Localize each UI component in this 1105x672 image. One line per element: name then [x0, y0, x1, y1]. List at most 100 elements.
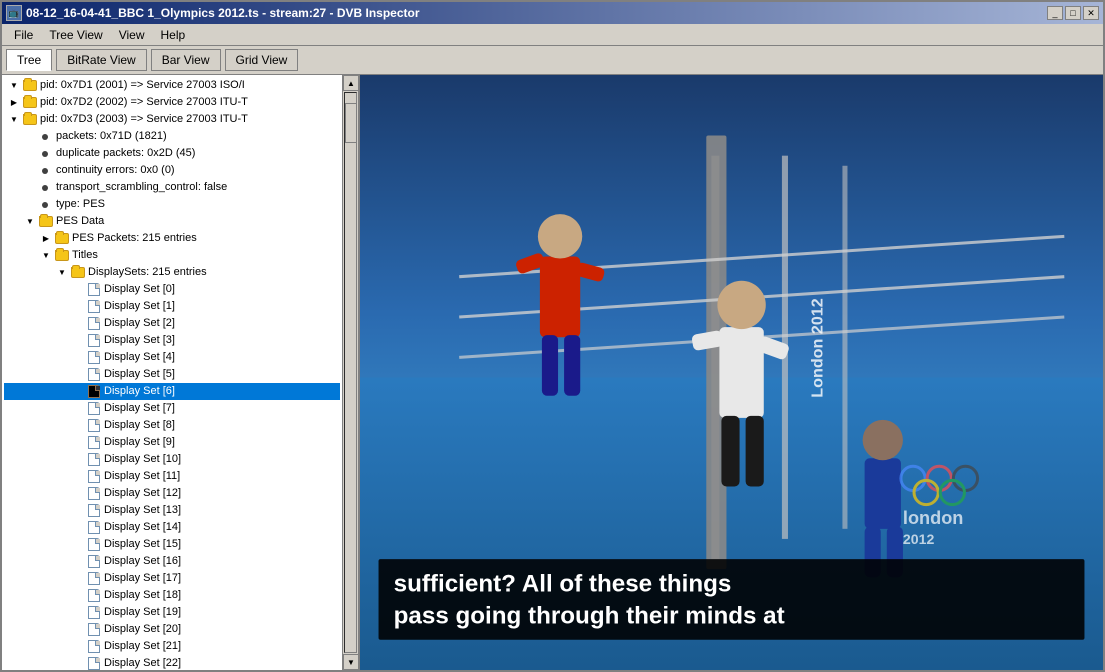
tree-item-ds13[interactable]: Display Set [13]	[4, 502, 340, 519]
tab-tree[interactable]: Tree	[6, 49, 52, 71]
label-ds22: Display Set [22]	[104, 656, 181, 670]
svg-text:london: london	[903, 508, 963, 528]
label-pid7d1: pid: 0x7D1 (2001) => Service 27003 ISO/I	[40, 78, 245, 93]
tree-item-ds2[interactable]: Display Set [2]	[4, 315, 340, 332]
window-title: 08-12_16-04-41_BBC 1_Olympics 2012.ts - …	[26, 6, 1043, 20]
tree-item-ds4[interactable]: Display Set [4]	[4, 349, 340, 366]
tree-content: ▼ pid: 0x7D1 (2001) => Service 27003 ISO/…	[2, 75, 342, 670]
icon-ds1	[86, 300, 102, 314]
tree-item-pid7d2[interactable]: ▶pid: 0x7D2 (2002) => Service 27003 ITU-…	[4, 94, 340, 111]
icon-titles	[54, 249, 70, 263]
tree-item-ds0[interactable]: Display Set [0]	[4, 281, 340, 298]
tree-item-ds10[interactable]: Display Set [10]	[4, 451, 340, 468]
tree-container: ▼ pid: 0x7D1 (2001) => Service 27003 ISO/…	[2, 75, 358, 670]
tree-item-ds15[interactable]: Display Set [15]	[4, 536, 340, 553]
tree-item-packets[interactable]: packets: 0x71D (1821)	[4, 128, 340, 145]
icon-ds15	[86, 538, 102, 552]
expander-titles[interactable]: ▼	[38, 248, 54, 263]
tree-item-pid7d3[interactable]: ▼pid: 0x7D3 (2003) => Service 27003 ITU-…	[4, 111, 340, 128]
icon-ds8	[86, 419, 102, 433]
tree-item-type[interactable]: type: PES	[4, 196, 340, 213]
tree-item-ds7[interactable]: Display Set [7]	[4, 400, 340, 417]
maximize-button[interactable]: □	[1065, 6, 1081, 20]
label-ds13: Display Set [13]	[104, 503, 181, 518]
label-ds5: Display Set [5]	[104, 367, 175, 382]
tree-item-ds5[interactable]: Display Set [5]	[4, 366, 340, 383]
icon-ds11	[86, 470, 102, 484]
menu-tree-view[interactable]: Tree View	[41, 26, 110, 44]
scroll-down-button[interactable]: ▼	[343, 654, 358, 670]
label-ds1: Display Set [1]	[104, 299, 175, 314]
window-controls: _ □ ✕	[1047, 6, 1099, 20]
menu-bar: File Tree View View Help	[2, 24, 1103, 46]
tree-item-displaysets[interactable]: ▼DisplaySets: 215 entries	[4, 264, 340, 281]
tree-item-titles[interactable]: ▼Titles	[4, 247, 340, 264]
icon-ds2	[86, 317, 102, 331]
label-packets: packets: 0x71D (1821)	[56, 129, 167, 144]
label-ds10: Display Set [10]	[104, 452, 181, 467]
v-scroll-thumb[interactable]	[345, 103, 357, 143]
tree-item-ds14[interactable]: Display Set [14]	[4, 519, 340, 536]
label-ds0: Display Set [0]	[104, 282, 175, 297]
close-button[interactable]: ✕	[1083, 6, 1099, 20]
title-bar: 📺 08-12_16-04-41_BBC 1_Olympics 2012.ts …	[2, 2, 1103, 24]
label-ds18: Display Set [18]	[104, 588, 181, 603]
subtitle-line2: pass going through their minds at	[394, 603, 785, 630]
icon-ds16	[86, 555, 102, 569]
tree-item-ds19[interactable]: Display Set [19]	[4, 604, 340, 621]
tab-bitrate-view[interactable]: BitRate View	[56, 49, 146, 71]
icon-ds13	[86, 504, 102, 518]
scroll-up-button[interactable]: ▲	[343, 75, 358, 91]
tree-item-ds21[interactable]: Display Set [21]	[4, 638, 340, 655]
expander-displaysets[interactable]: ▼	[54, 265, 70, 280]
tree-item-dup[interactable]: duplicate packets: 0x2D (45)	[4, 145, 340, 162]
tab-bar-view[interactable]: Bar View	[151, 49, 221, 71]
tree-item-pid7d1[interactable]: ▼ pid: 0x7D1 (2001) => Service 27003 ISO/…	[4, 77, 340, 94]
icon-ds5	[86, 368, 102, 382]
icon-ds17	[86, 572, 102, 586]
menu-view[interactable]: View	[111, 26, 153, 44]
icon-ds6	[86, 385, 102, 399]
minimize-button[interactable]: _	[1047, 6, 1063, 20]
label-type: type: PES	[56, 197, 105, 212]
tab-grid-view[interactable]: Grid View	[225, 49, 299, 71]
tree-item-ds9[interactable]: Display Set [9]	[4, 434, 340, 451]
main-window: 📺 08-12_16-04-41_BBC 1_Olympics 2012.ts …	[0, 0, 1105, 672]
tree-item-pespkts[interactable]: ▶PES Packets: 215 entries	[4, 230, 340, 247]
expander-pid7d3[interactable]: ▼	[6, 112, 22, 127]
expander-pid7d1[interactable]: ▼	[6, 78, 22, 93]
tree-item-ds6[interactable]: Display Set [6]	[4, 383, 340, 400]
expander-pid7d2[interactable]: ▶	[6, 95, 22, 110]
icon-type	[38, 198, 54, 212]
icon-ds22	[86, 657, 102, 671]
tree-item-ds20[interactable]: Display Set [20]	[4, 621, 340, 638]
tree-item-ds18[interactable]: Display Set [18]	[4, 587, 340, 604]
tree-item-ds17[interactable]: Display Set [17]	[4, 570, 340, 587]
tree-item-ds22[interactable]: Display Set [22]	[4, 655, 340, 670]
tree-item-ts_ctrl[interactable]: transport_scrambling_control: false	[4, 179, 340, 196]
tree-item-ds1[interactable]: Display Set [1]	[4, 298, 340, 315]
tree-scroll[interactable]: ▼ pid: 0x7D1 (2001) => Service 27003 ISO/…	[2, 75, 342, 670]
icon-ds14	[86, 521, 102, 535]
label-ds16: Display Set [16]	[104, 554, 181, 569]
expander-pespkts[interactable]: ▶	[38, 231, 54, 246]
label-ds3: Display Set [3]	[104, 333, 175, 348]
tree-item-ds16[interactable]: Display Set [16]	[4, 553, 340, 570]
tree-item-ds8[interactable]: Display Set [8]	[4, 417, 340, 434]
tree-item-ds12[interactable]: Display Set [12]	[4, 485, 340, 502]
tree-item-ds3[interactable]: Display Set [3]	[4, 332, 340, 349]
icon-ds20	[86, 623, 102, 637]
menu-file[interactable]: File	[6, 26, 41, 44]
label-ds11: Display Set [11]	[104, 469, 180, 484]
expander-pesdata[interactable]: ▼	[22, 214, 38, 229]
menu-help[interactable]: Help	[153, 26, 194, 44]
label-ds9: Display Set [9]	[104, 435, 175, 450]
tree-item-pesdata[interactable]: ▼PES Data	[4, 213, 340, 230]
tree-item-cont[interactable]: continuity errors: 0x0 (0)	[4, 162, 340, 179]
tree-item-ds11[interactable]: Display Set [11]	[4, 468, 340, 485]
icon-ds0	[86, 283, 102, 297]
icon-cont	[38, 164, 54, 178]
icon-pesdata	[38, 215, 54, 229]
icon-pespkts	[54, 232, 70, 246]
toolbar: Tree BitRate View Bar View Grid View	[2, 46, 1103, 74]
